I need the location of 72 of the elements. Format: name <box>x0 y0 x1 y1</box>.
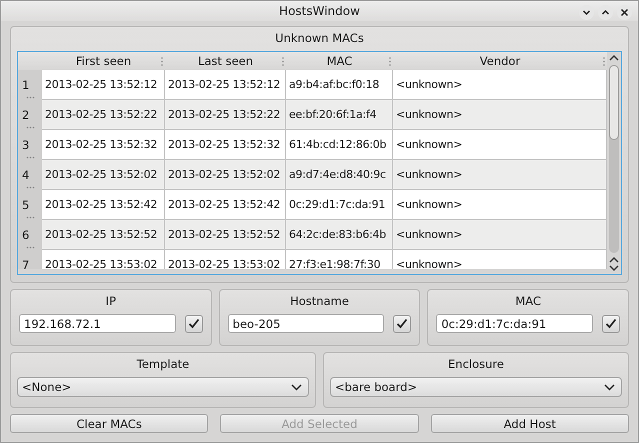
grip-icon[interactable] <box>26 126 35 129</box>
table-cell: a9:b4:af:bc:f0:18 <box>286 70 393 100</box>
table-cell: 64:2c:de:83:b6:4b <box>286 220 393 250</box>
grip-icon[interactable] <box>26 186 35 189</box>
grip-icon[interactable] <box>26 246 35 249</box>
panel-title: Enclosure <box>448 356 504 373</box>
table-cell: <unknown> <box>393 70 607 100</box>
column-header[interactable]: First seen <box>42 52 165 70</box>
checkbox[interactable] <box>184 314 203 332</box>
scrollbar-track[interactable] <box>609 65 619 253</box>
table-cell: 2013-02-25 13:52:12 <box>42 70 165 100</box>
panel-title: Template <box>136 356 190 373</box>
dropdown[interactable]: <bare board> <box>330 377 622 397</box>
row-header[interactable]: 5 <box>18 190 42 220</box>
row-header[interactable]: 1 <box>18 70 42 100</box>
grip-icon[interactable] <box>26 96 35 99</box>
scrollbar-thumb[interactable] <box>609 65 619 140</box>
table-cell: <unknown> <box>393 130 607 160</box>
table-cell: 2013-02-25 13:52:32 <box>165 130 286 160</box>
table-cell: 2013-02-25 13:52:22 <box>165 100 286 130</box>
scroll-up-icon[interactable] <box>608 54 620 62</box>
table-cell: <unknown> <box>393 160 607 190</box>
table-cell: 2013-02-25 13:52:02 <box>165 160 286 190</box>
checkbox[interactable] <box>602 314 620 332</box>
caret-icon <box>604 384 615 390</box>
scroll-down-icon[interactable] <box>608 264 620 272</box>
checkmark-icon <box>396 318 408 329</box>
input-field[interactable]: beo-205 <box>228 314 384 333</box>
panel-title: Hostname <box>290 293 349 310</box>
checkbox[interactable] <box>393 314 412 332</box>
table-cell: 2013-02-25 13:53:02 <box>165 250 286 269</box>
table-cell: 2013-02-25 13:52:22 <box>42 100 165 130</box>
table-cell: 0c:29:d1:7c:da:91 <box>286 190 393 220</box>
caret-icon <box>291 384 302 390</box>
row-header[interactable]: 4 <box>18 160 42 190</box>
table-cell: 2013-02-25 13:52:12 <box>165 70 286 100</box>
table-cell: 61:4b:cd:12:86:0b <box>286 130 393 160</box>
row-header[interactable]: 6 <box>18 220 42 250</box>
table-cell: 2013-02-25 13:52:52 <box>42 220 165 250</box>
column-header[interactable]: MAC <box>286 52 393 70</box>
checkmark-icon <box>605 318 618 329</box>
table-cell: ee:bf:20:6f:1a:f4 <box>286 100 393 130</box>
dropdown[interactable]: <None> <box>17 377 309 397</box>
table-cell: 2013-02-25 13:52:32 <box>42 130 165 160</box>
table-cell: 2013-02-25 13:52:02 <box>42 160 165 190</box>
row-header[interactable]: 3 <box>18 130 42 160</box>
table-cell: <unknown> <box>393 250 607 269</box>
panel-title: Unknown MACs <box>275 30 364 47</box>
action-button[interactable]: Add Host <box>430 414 629 433</box>
table-cell: <unknown> <box>393 220 607 250</box>
checkmark-icon <box>188 318 200 329</box>
table-cell: 2013-02-25 13:53:02 <box>42 250 165 269</box>
table-cell: 2013-02-25 13:52:52 <box>165 220 286 250</box>
table-cell: 27:f3:e1:98:7f:30 <box>286 250 393 269</box>
row-header[interactable]: 2 <box>18 100 42 130</box>
scroll-up-icon[interactable] <box>608 256 620 264</box>
input-field[interactable]: 0c:29:d1:7c:da:91 <box>436 314 594 333</box>
panel-title: IP <box>106 293 116 310</box>
grip-icon[interactable] <box>26 156 35 159</box>
grip-icon[interactable] <box>26 216 35 219</box>
panel-title: MAC <box>515 293 541 310</box>
table-cell: 2013-02-25 13:52:42 <box>165 190 286 220</box>
row-header[interactable]: 7 <box>18 250 42 269</box>
column-header[interactable]: Vendor <box>393 52 607 70</box>
input-field[interactable]: 192.168.72.1 <box>19 314 176 333</box>
column-header[interactable]: Last seen <box>165 52 286 70</box>
window-title: HostsWindow <box>279 4 360 18</box>
table-cell: <unknown> <box>393 190 607 220</box>
table-cell: 2013-02-25 13:52:42 <box>42 190 165 220</box>
table-cell: <unknown> <box>393 100 607 130</box>
action-button[interactable]: Clear MACs <box>10 414 208 433</box>
table-cell: a9:d7:4e:d8:40:9c <box>286 160 393 190</box>
